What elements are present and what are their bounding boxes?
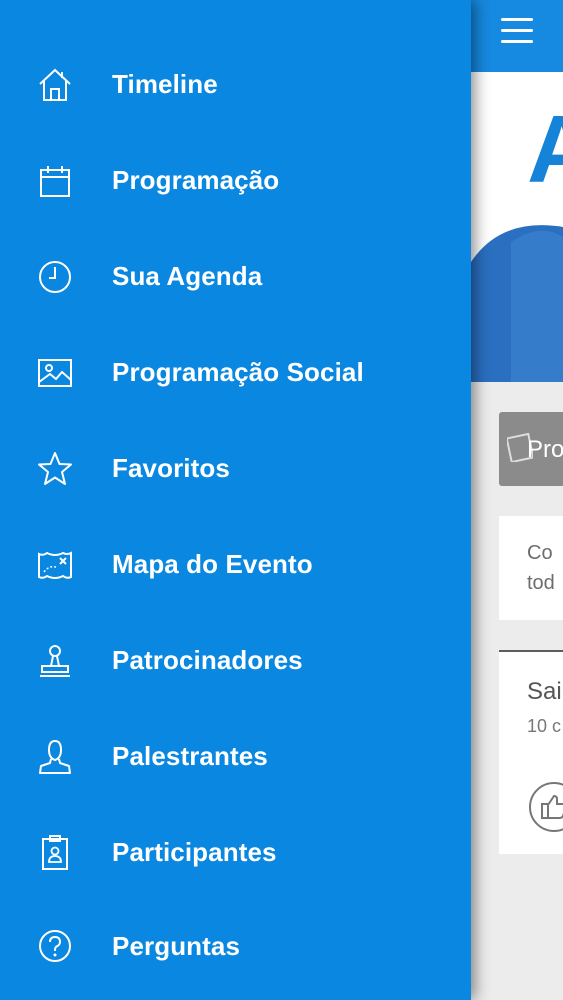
drawer-item-patrocinadores[interactable]: Patrocinadores — [0, 612, 471, 708]
banner-mountain-image — [471, 225, 563, 382]
drawer-item-palestrantes[interactable]: Palestrantes — [0, 708, 471, 804]
main-content: A Pro Co tod Sai 10 c — [471, 0, 563, 1000]
drawer-item-label: Programação Social — [112, 357, 364, 387]
post-date: 10 c — [527, 716, 562, 736]
card-title: Pro — [527, 436, 563, 463]
star-icon — [38, 452, 72, 485]
stamp-icon — [40, 645, 70, 677]
calendar-icon — [40, 166, 70, 197]
post-title: Sai — [527, 678, 562, 705]
person-icon — [39, 739, 71, 774]
menu-icon[interactable] — [501, 18, 533, 44]
drawer-item-favoritos[interactable]: Favoritos — [0, 420, 471, 516]
drawer-item-label: Sua Agenda — [112, 261, 263, 291]
info-text-line2: tod — [527, 572, 555, 594]
drawer-item-label: Programação — [112, 165, 280, 195]
banner-title: A — [527, 96, 563, 203]
drawer-item-label: Palestrantes — [112, 741, 268, 771]
drawer-item-mapa-do-evento[interactable]: Mapa do Evento — [0, 516, 471, 612]
drawer-item-timeline[interactable]: Timeline — [0, 36, 471, 132]
badge-icon — [42, 835, 68, 870]
programacao-card[interactable]: Pro — [499, 412, 563, 486]
clock-icon — [39, 261, 71, 293]
info-text-line1: Co — [527, 542, 553, 564]
map-icon — [38, 551, 72, 579]
drawer-item-label: Mapa do Evento — [112, 549, 313, 579]
event-banner: A — [471, 72, 563, 382]
image-icon — [38, 359, 72, 387]
thumbs-up-icon — [541, 794, 563, 819]
like-button[interactable] — [529, 782, 563, 832]
drawer-item-programacao[interactable]: Programação — [0, 132, 471, 228]
timeline-post: Sai 10 c — [499, 650, 563, 854]
question-icon — [39, 930, 71, 962]
drawer-item-label: Timeline — [112, 69, 218, 99]
drawer-item-programacao-social[interactable]: Programação Social — [0, 324, 471, 420]
navigation-drawer: Timeline Programação Sua Agenda Programa… — [0, 0, 471, 1000]
drawer-item-sua-agenda[interactable]: Sua Agenda — [0, 228, 471, 324]
drawer-item-perguntas[interactable]: Perguntas — [0, 898, 471, 994]
info-card: Co tod — [499, 516, 563, 620]
drawer-item-participantes[interactable]: Participantes — [0, 804, 471, 900]
drawer-item-label: Favoritos — [112, 453, 230, 483]
drawer-item-label: Participantes — [112, 837, 277, 867]
drawer-item-label: Perguntas — [112, 931, 241, 961]
home-icon — [39, 68, 71, 101]
drawer-item-label: Patrocinadores — [112, 645, 303, 675]
top-app-bar — [471, 0, 563, 72]
